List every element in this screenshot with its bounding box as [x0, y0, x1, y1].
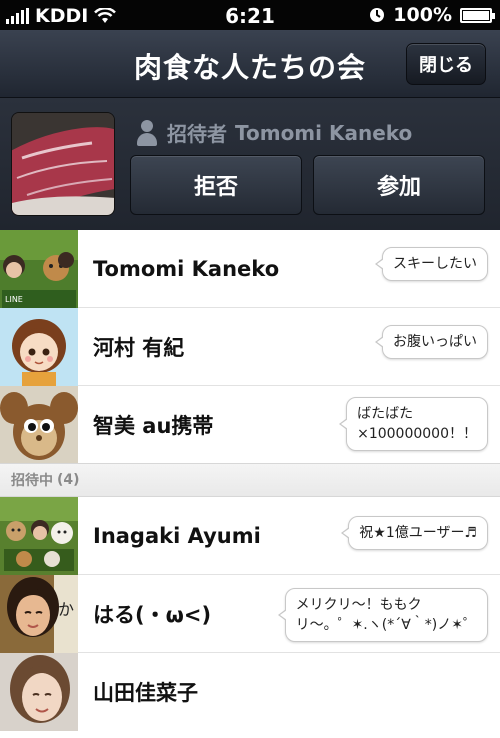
member-name: Tomomi Kaneko — [93, 257, 280, 281]
avatar — [0, 497, 78, 575]
inviter-label: 招待者 — [167, 122, 227, 146]
invited-section-header: 招待中 (4) — [0, 463, 500, 497]
join-button[interactable]: 参加 — [313, 155, 485, 215]
section-label: 招待中 — [11, 473, 53, 489]
close-button[interactable]: 閉じる — [406, 43, 486, 85]
avatar — [0, 386, 78, 464]
invited-row[interactable]: Inagaki Ayumi 祝★1億ユーザー♬ — [0, 497, 500, 575]
member-name: はる(・ω<) — [93, 603, 212, 627]
member-name: 山田佳菜子 — [93, 681, 198, 705]
inviter-info: 招待者 Tomomi Kaneko — [135, 118, 412, 147]
status-line-1: ばたばた — [357, 406, 414, 422]
svg-text:LINE: LINE — [5, 295, 23, 304]
status-line-2: ×100000000！！ — [357, 426, 477, 442]
invitation-panel: 招待者 Tomomi Kaneko 拒否 参加 — [0, 98, 500, 230]
avatar: か — [0, 575, 78, 653]
decline-button[interactable]: 拒否 — [130, 155, 302, 215]
status-message: スキーしたい — [375, 247, 488, 281]
status-line-2: リ〜。゜✶.ヽ(*´∀｀*)ノ✶゜ — [295, 617, 477, 633]
member-name: Inagaki Ayumi — [93, 524, 261, 548]
section-count: (4) — [57, 472, 80, 488]
avatar — [0, 308, 78, 386]
member-row[interactable]: 智美 au携帯 ばたばた ×100000000！！ — [0, 386, 500, 464]
member-name: 智美 au携帯 — [93, 414, 214, 438]
battery-icon — [460, 7, 495, 23]
battery-percent: 100% — [393, 4, 452, 26]
avatar — [0, 653, 78, 731]
invited-row[interactable]: か はる(・ω<) メリクリ〜！ももク リ〜。゜✶.ヽ(*´∀｀*)ノ✶゜ — [0, 575, 500, 653]
avatar: LINE — [0, 230, 78, 308]
inviter-name: Tomomi Kaneko — [235, 120, 413, 145]
member-row[interactable]: 河村 有紀 お腹いっぱい — [0, 308, 500, 386]
nav-bar: 肉食な人たちの会 閉じる — [0, 30, 500, 98]
status-message: ばたばた ×100000000！！ — [339, 397, 488, 451]
clock-icon — [370, 8, 385, 22]
status-line-1: メリクリ〜！ももク — [295, 597, 422, 613]
status-message: お腹いっぱい — [375, 325, 488, 359]
svg-text:か: か — [58, 600, 74, 619]
person-icon — [135, 119, 159, 146]
member-row[interactable]: LINE Tomomi Kaneko スキーしたい — [0, 230, 500, 308]
invited-row[interactable]: 山田佳菜子 — [0, 653, 500, 738]
status-bar: KDDI 6:21 100% — [0, 0, 500, 30]
status-message: メリクリ〜！ももク リ〜。゜✶.ヽ(*´∀｀*)ノ✶゜ — [277, 588, 488, 642]
status-message: 祝★1億ユーザー♬ — [341, 516, 488, 550]
member-name: 河村 有紀 — [93, 336, 185, 360]
battery-group: 100% — [369, 4, 495, 26]
group-photo — [11, 112, 115, 216]
